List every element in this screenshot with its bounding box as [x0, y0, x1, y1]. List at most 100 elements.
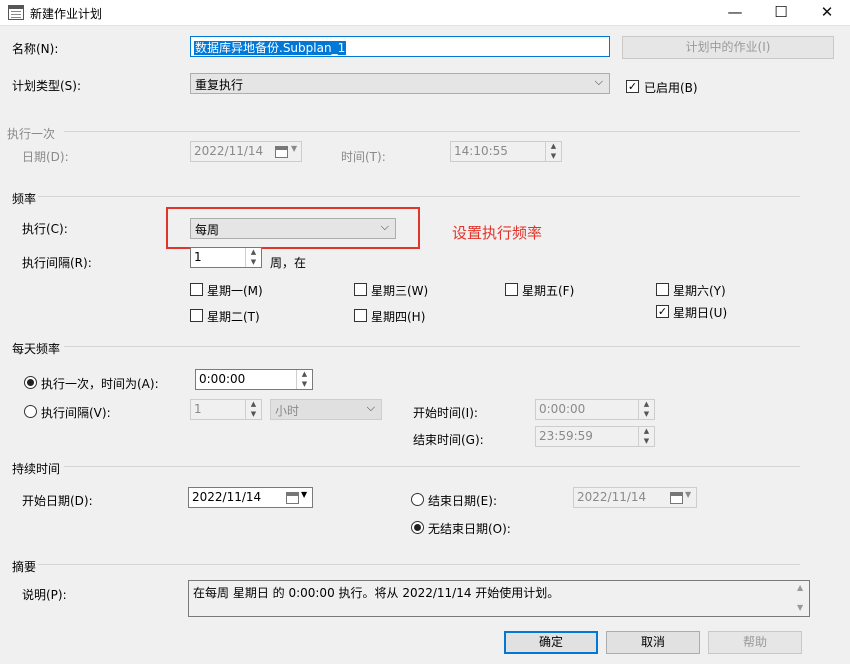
ok-button[interactable]: 确定 — [504, 631, 598, 654]
day-friday-label: 星期五(F) — [522, 284, 575, 298]
frequency-annotation: 设置执行频率 — [452, 224, 543, 242]
divider — [64, 346, 800, 347]
description-value: 在每周 星期日 的 0:00:00 执行。将从 2022/11/14 开始使用计… — [193, 586, 560, 600]
daily-every-input[interactable]: 1 ▲ ▼ — [190, 399, 262, 420]
section-daily-frequency: 每天频率 — [12, 342, 61, 356]
description-textarea[interactable]: 在每周 星期日 的 0:00:00 执行。将从 2022/11/14 开始使用计… — [188, 580, 810, 617]
maximize-button[interactable]: ☐ — [758, 0, 804, 26]
daily-once-radio[interactable] — [24, 376, 37, 389]
schedule-type-select[interactable]: 重复执行 ⌵ — [190, 73, 610, 94]
one-time-date-value: 2022/11/14 — [194, 144, 264, 158]
recur-value: 1 — [194, 250, 202, 264]
time-spinner[interactable]: ▲ ▼ — [296, 370, 312, 389]
minimize-button[interactable]: — — [712, 0, 758, 26]
dropdown-arrow-icon: ▼ — [301, 490, 308, 499]
day-thursday-checkbox[interactable] — [354, 309, 367, 322]
recur-label: 执行间隔(R): — [22, 256, 92, 270]
end-date-value: 2022/11/14 — [577, 490, 647, 504]
dropdown-arrow-icon: ▼ — [685, 490, 692, 499]
daily-once-label: 执行一次，时间为(A): — [41, 377, 159, 391]
section-frequency: 频率 — [12, 192, 37, 206]
calendar-app-icon — [8, 5, 24, 20]
day-saturday-checkbox[interactable] — [656, 283, 669, 296]
start-date-label: 开始日期(D): — [22, 494, 93, 508]
one-time-time-value: 14:10:55 — [454, 144, 508, 158]
day-tuesday-checkbox[interactable] — [190, 309, 203, 322]
time-spinner[interactable]: ▲ ▼ — [638, 400, 654, 419]
day-wednesday-label: 星期三(W) — [371, 284, 429, 298]
day-tuesday-label: 星期二(T) — [207, 310, 260, 324]
daily-unit-select[interactable]: 小时 ⌵ — [270, 399, 382, 420]
day-monday-label: 星期一(M) — [207, 284, 263, 298]
daily-every-label: 执行间隔(V): — [41, 406, 111, 420]
day-saturday-label: 星期六(Y) — [673, 284, 726, 298]
day-sunday-label: 星期日(U) — [673, 306, 728, 320]
enabled-label: 已启用(B) — [644, 81, 698, 95]
name-input[interactable]: 数据库异地备份.Subplan_1 — [190, 36, 610, 57]
chevron-down-icon: ⌵ — [366, 401, 375, 414]
scroll-down-icon: ▼ — [797, 603, 804, 612]
day-friday-checkbox[interactable] — [505, 283, 518, 296]
divider — [64, 466, 800, 467]
daily-once-time-value: 0:00:00 — [199, 372, 246, 386]
one-time-time-input[interactable]: 14:10:55 ▲ ▼ — [450, 141, 562, 162]
one-time-date-picker[interactable]: 2022/11/14 ▼ — [190, 141, 302, 162]
schedule-type-value: 重复执行 — [195, 78, 244, 92]
day-sunday-checkbox[interactable]: ✓ — [656, 305, 669, 318]
no-end-date-label: 无结束日期(O): — [428, 522, 511, 536]
daily-start-value: 0:00:00 — [539, 402, 586, 416]
daily-unit-value: 小时 — [275, 404, 300, 418]
time-spinner[interactable]: ▲ ▼ — [638, 427, 654, 446]
one-time-date-label: 日期(D): — [22, 150, 69, 164]
name-value: 数据库异地备份.Subplan_1 — [194, 41, 347, 55]
name-label: 名称(N): — [12, 42, 59, 56]
enabled-checkbox[interactable]: ✓ — [626, 80, 639, 93]
day-wednesday-checkbox[interactable] — [354, 283, 367, 296]
time-spinner[interactable]: ▲ ▼ — [545, 142, 561, 161]
no-end-date-radio[interactable] — [411, 521, 424, 534]
daily-start-input[interactable]: 0:00:00 ▲ ▼ — [535, 399, 655, 420]
cancel-button[interactable]: 取消 — [606, 631, 700, 654]
chevron-down-icon: ⌵ — [380, 220, 389, 233]
day-thursday-label: 星期四(H) — [371, 310, 426, 324]
end-date-picker[interactable]: 2022/11/14 ▼ — [573, 487, 697, 508]
daily-start-label: 开始时间(I): — [413, 406, 478, 420]
calendar-icon — [286, 492, 299, 504]
section-one-time: 执行一次 — [7, 127, 56, 141]
end-date-radio[interactable] — [411, 493, 424, 506]
divider — [64, 131, 800, 132]
daily-end-label: 结束时间(G): — [413, 433, 484, 447]
window-title: 新建作业计划 — [30, 7, 103, 21]
divider — [38, 564, 800, 565]
occurs-value: 每周 — [195, 223, 220, 237]
daily-every-radio[interactable] — [24, 405, 37, 418]
jobs-in-schedule-button[interactable]: 计划中的作业(I) — [622, 36, 834, 59]
scroll-up-icon: ▲ — [797, 583, 804, 592]
divider — [38, 196, 800, 197]
close-button[interactable]: ✕ — [804, 0, 850, 26]
scrollbar[interactable]: ▲ ▼ — [793, 581, 809, 616]
description-label: 说明(P): — [22, 588, 67, 602]
start-date-value: 2022/11/14 — [192, 490, 262, 504]
title-bar: 新建作业计划 — ☐ ✕ — [0, 0, 850, 26]
section-summary: 摘要 — [12, 560, 37, 574]
schedule-type-label: 计划类型(S): — [12, 79, 82, 93]
daily-every-value: 1 — [194, 402, 202, 416]
recur-spinner[interactable]: ▲ ▼ — [245, 248, 261, 267]
occurs-select[interactable]: 每周 ⌵ — [190, 218, 396, 239]
start-date-picker[interactable]: 2022/11/14 ▼ — [188, 487, 313, 508]
one-time-time-label: 时间(T): — [341, 150, 386, 164]
daily-end-value: 23:59:59 — [539, 429, 593, 443]
day-monday-checkbox[interactable] — [190, 283, 203, 296]
occurs-label: 执行(C): — [22, 222, 68, 236]
daily-once-time-input[interactable]: 0:00:00 ▲ ▼ — [195, 369, 313, 390]
calendar-icon — [670, 492, 683, 504]
end-date-label: 结束日期(E): — [428, 494, 497, 508]
recur-suffix: 周，在 — [270, 256, 307, 270]
help-button[interactable]: 帮助 — [708, 631, 802, 654]
calendar-icon — [275, 146, 288, 158]
chevron-down-icon: ⌵ — [594, 75, 603, 88]
interval-spinner[interactable]: ▲ ▼ — [245, 400, 261, 419]
recur-input[interactable]: 1 ▲ ▼ — [190, 247, 262, 268]
daily-end-input[interactable]: 23:59:59 ▲ ▼ — [535, 426, 655, 447]
